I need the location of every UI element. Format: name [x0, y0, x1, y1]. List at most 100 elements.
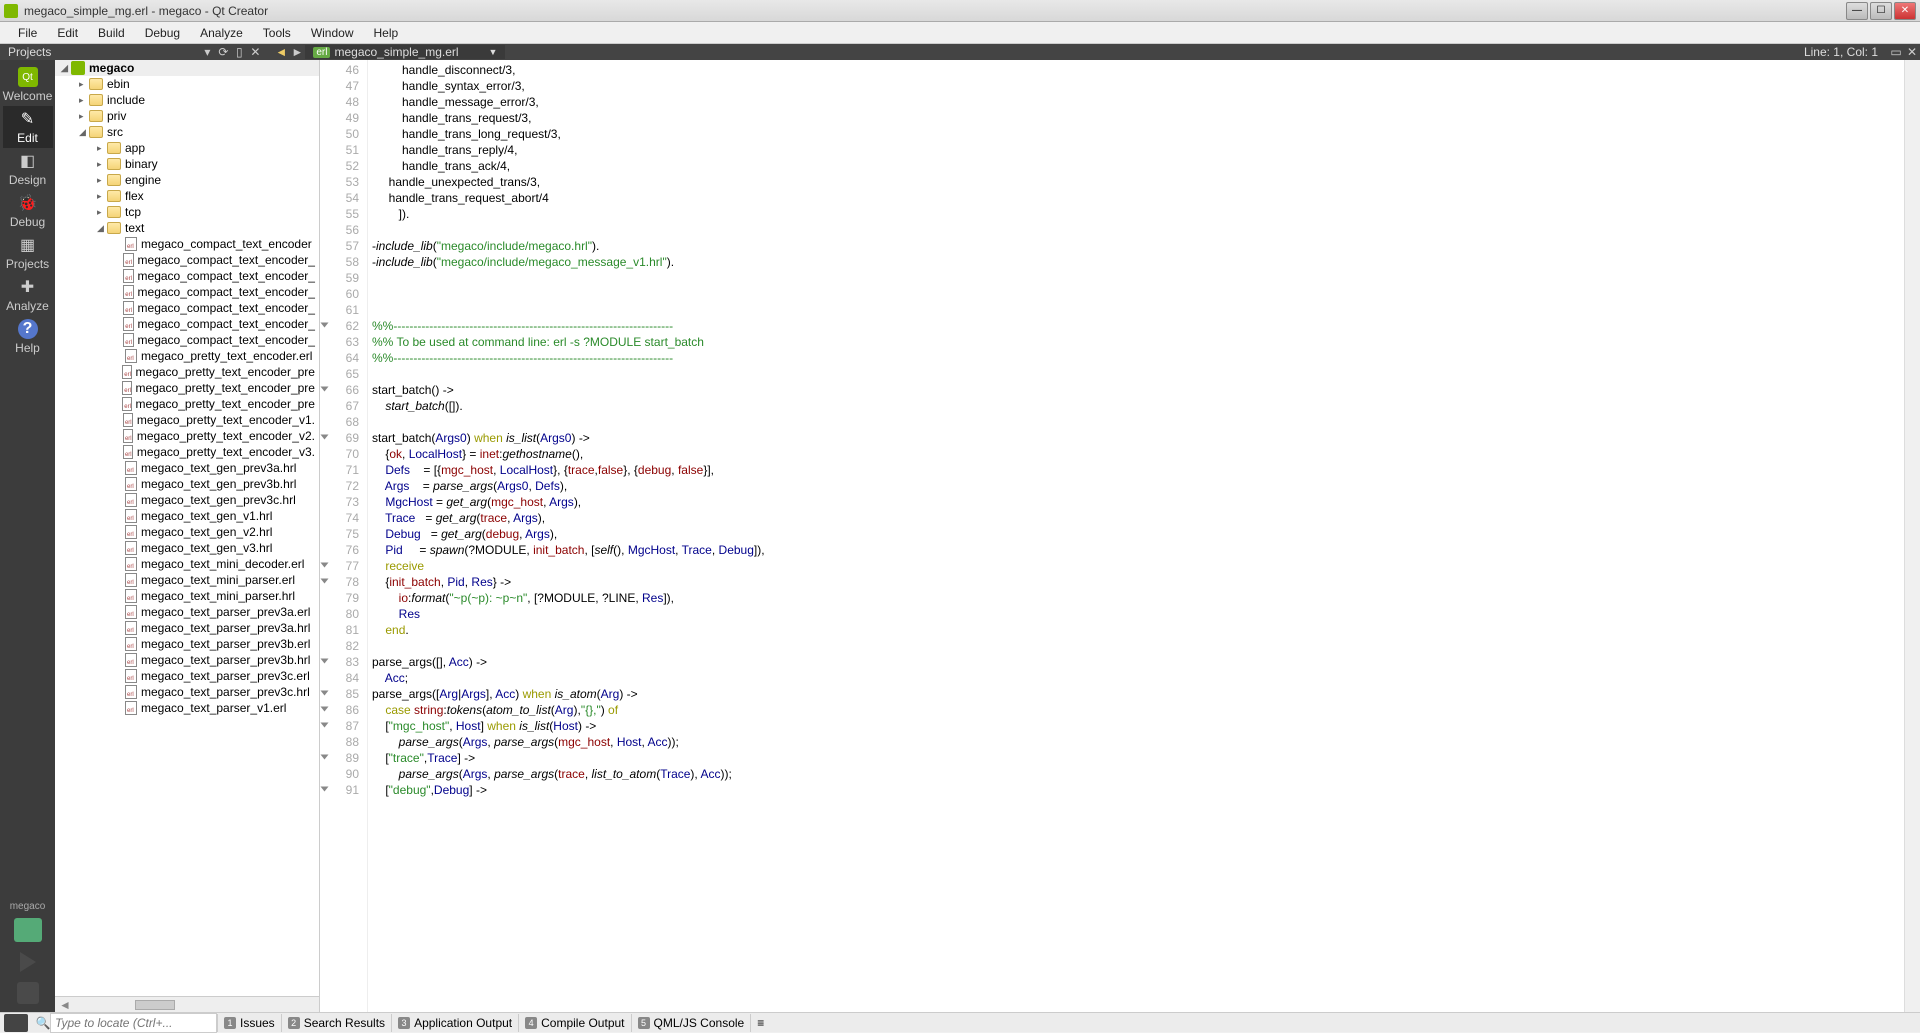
tree-file[interactable]: megaco_compact_text_encoder_: [55, 332, 319, 348]
tree-file[interactable]: megaco_pretty_text_encoder_v1.: [55, 412, 319, 428]
tree-file[interactable]: megaco_compact_text_encoder_: [55, 300, 319, 316]
tree-project-root[interactable]: ◢ megaco: [55, 60, 319, 76]
tree-file[interactable]: megaco_text_parser_prev3b.hrl: [55, 652, 319, 668]
tree-file[interactable]: megaco_text_gen_v2.hrl: [55, 524, 319, 540]
expand-icon[interactable]: ▸: [97, 191, 107, 202]
expand-icon[interactable]: ◢: [61, 63, 71, 74]
build-button[interactable]: [17, 982, 39, 1004]
menu-edit[interactable]: Edit: [47, 24, 88, 42]
mode-welcome[interactable]: Qt Welcome: [3, 64, 53, 106]
menu-help[interactable]: Help: [364, 24, 409, 42]
output-pane-tab[interactable]: 1Issues: [217, 1014, 281, 1032]
line-number-gutter[interactable]: 4647484950515253545556575859606162636465…: [320, 60, 368, 1012]
close-button[interactable]: ✕: [1894, 2, 1916, 20]
tree-file[interactable]: megaco_text_gen_prev3a.hrl: [55, 460, 319, 476]
output-pane-tab[interactable]: 4Compile Output: [518, 1014, 630, 1032]
mode-analyze[interactable]: ✚ Analyze: [3, 274, 53, 316]
menu-build[interactable]: Build: [88, 24, 135, 42]
tree-file[interactable]: megaco_text_parser_prev3a.hrl: [55, 620, 319, 636]
tree-file[interactable]: megaco_pretty_text_encoder_pre: [55, 364, 319, 380]
tree-file[interactable]: megaco_compact_text_encoder: [55, 236, 319, 252]
tree-file[interactable]: megaco_compact_text_encoder_: [55, 316, 319, 332]
tree-file[interactable]: megaco_text_gen_v3.hrl: [55, 540, 319, 556]
kit-selector[interactable]: [14, 918, 42, 942]
tree-file[interactable]: megaco_text_parser_prev3c.hrl: [55, 684, 319, 700]
mode-design[interactable]: ◧ Design: [3, 148, 53, 190]
expand-icon[interactable]: ▸: [97, 143, 107, 154]
fold-icon[interactable]: [321, 691, 329, 696]
fold-icon[interactable]: [321, 787, 329, 792]
fold-icon[interactable]: [321, 707, 329, 712]
tree-folder[interactable]: ▸ebin: [55, 76, 319, 92]
tree-file[interactable]: megaco_compact_text_encoder_: [55, 252, 319, 268]
tree-file[interactable]: megaco_text_parser_prev3c.erl: [55, 668, 319, 684]
menu-tools[interactable]: Tools: [253, 24, 301, 42]
tree-file[interactable]: megaco_text_gen_v1.hrl: [55, 508, 319, 524]
project-tree[interactable]: ◢ megaco ▸ebin▸include▸priv ◢ src ▸app▸b…: [55, 60, 320, 1012]
tree-file[interactable]: megaco_text_gen_prev3b.hrl: [55, 476, 319, 492]
output-pane-tab[interactable]: 3Application Output: [391, 1014, 518, 1032]
expand-icon[interactable]: ◢: [97, 223, 107, 234]
minimize-button[interactable]: —: [1846, 2, 1868, 20]
expand-icon[interactable]: ◢: [79, 127, 89, 138]
maximize-button[interactable]: ☐: [1870, 2, 1892, 20]
nav-back-icon[interactable]: ◄: [273, 44, 289, 60]
split-icon[interactable]: ▯: [231, 44, 247, 60]
mode-edit[interactable]: ✎ Edit: [3, 106, 53, 148]
tree-folder[interactable]: ▸binary: [55, 156, 319, 172]
output-pane-tab[interactable]: 5QML/JS Console: [631, 1014, 751, 1032]
expand-icon[interactable]: ▸: [97, 175, 107, 186]
mode-debug[interactable]: 🐞 Debug: [3, 190, 53, 232]
filter-icon[interactable]: ▾: [199, 44, 215, 60]
tree-file[interactable]: megaco_text_parser_prev3a.erl: [55, 604, 319, 620]
tree-file[interactable]: megaco_pretty_text_encoder_pre: [55, 380, 319, 396]
close-pane-icon[interactable]: ✕: [247, 44, 263, 60]
tree-folder-src[interactable]: ◢ src: [55, 124, 319, 140]
tree-folder[interactable]: ▸tcp: [55, 204, 319, 220]
tree-horizontal-scrollbar[interactable]: ◄: [55, 996, 319, 1012]
tree-folder[interactable]: ▸include: [55, 92, 319, 108]
expand-icon[interactable]: ▸: [79, 111, 89, 122]
tree-folder[interactable]: ▸priv: [55, 108, 319, 124]
fold-icon[interactable]: [321, 579, 329, 584]
fold-icon[interactable]: [321, 435, 329, 440]
scrollbar-thumb[interactable]: [135, 1000, 175, 1010]
nav-forward-icon[interactable]: ►: [289, 44, 305, 60]
tree-file[interactable]: megaco_pretty_text_encoder_v2.: [55, 428, 319, 444]
output-pane-tab[interactable]: 2Search Results: [281, 1014, 391, 1032]
fold-icon[interactable]: [321, 563, 329, 568]
mode-projects[interactable]: ▦ Projects: [3, 232, 53, 274]
open-file-combo[interactable]: erl megaco_simple_mg.erl ▼: [305, 45, 505, 59]
tree-file[interactable]: megaco_text_mini_decoder.erl: [55, 556, 319, 572]
fold-icon[interactable]: [321, 723, 329, 728]
output-toggle-button[interactable]: [4, 1014, 28, 1032]
tree-file[interactable]: megaco_pretty_text_encoder.erl: [55, 348, 319, 364]
tree-file[interactable]: megaco_compact_text_encoder_: [55, 284, 319, 300]
locator-input[interactable]: [50, 1013, 217, 1033]
tree-file[interactable]: megaco_pretty_text_encoder_v3.: [55, 444, 319, 460]
tree-folder[interactable]: ▸app: [55, 140, 319, 156]
expand-icon[interactable]: ▸: [79, 79, 89, 90]
projects-combo[interactable]: Projects: [0, 45, 59, 59]
mode-help[interactable]: ? Help: [3, 316, 53, 358]
tree-file[interactable]: megaco_text_parser_v1.erl: [55, 700, 319, 716]
expand-icon[interactable]: ▸: [79, 95, 89, 106]
run-button[interactable]: [20, 952, 36, 972]
fold-icon[interactable]: [321, 323, 329, 328]
tree-file[interactable]: megaco_text_mini_parser.erl: [55, 572, 319, 588]
tree-folder[interactable]: ▸engine: [55, 172, 319, 188]
tree-folder[interactable]: ▸flex: [55, 188, 319, 204]
expand-icon[interactable]: ▸: [97, 159, 107, 170]
fold-icon[interactable]: [321, 755, 329, 760]
code-content[interactable]: handle_disconnect/3, handle_syntax_error…: [368, 60, 1904, 1012]
sync-icon[interactable]: ⟳: [215, 44, 231, 60]
tree-folder-text[interactable]: ◢ text: [55, 220, 319, 236]
menu-analyze[interactable]: Analyze: [190, 24, 253, 42]
editor-vertical-scrollbar[interactable]: [1904, 60, 1920, 1012]
editor-close-icon[interactable]: ✕: [1904, 44, 1920, 60]
editor-split-h-icon[interactable]: ▭: [1888, 44, 1904, 60]
tree-file[interactable]: megaco_text_gen_prev3c.hrl: [55, 492, 319, 508]
menu-debug[interactable]: Debug: [135, 24, 190, 42]
fold-icon[interactable]: [321, 659, 329, 664]
fold-icon[interactable]: [321, 387, 329, 392]
